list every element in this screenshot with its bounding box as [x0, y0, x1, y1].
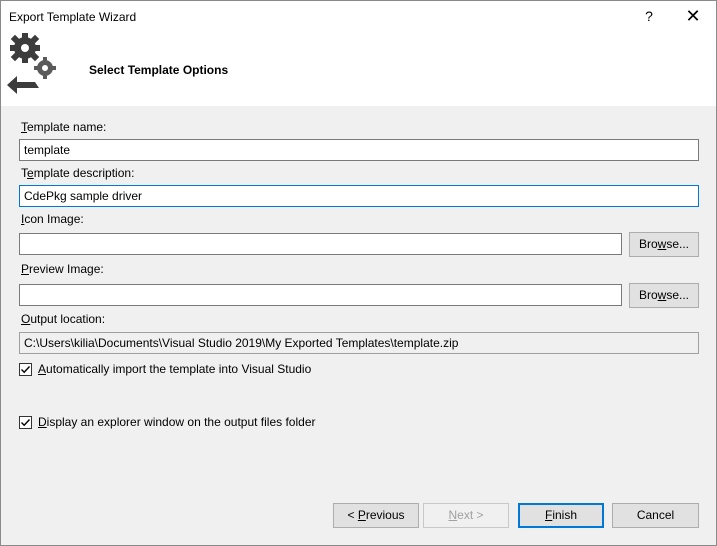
gears-export-icon: [7, 33, 56, 94]
output-location-field[interactable]: C:\Users\kilia\Documents\Visual Studio 2…: [19, 332, 699, 354]
template-name-input[interactable]: template: [19, 139, 699, 161]
window-title: Export Template Wizard: [9, 10, 137, 24]
preview-image-input[interactable]: [19, 284, 622, 306]
checkmark-icon: [21, 419, 31, 427]
auto-import-checkbox[interactable]: [19, 363, 32, 376]
checkmark-icon: [21, 366, 31, 374]
icon-image-input[interactable]: [19, 233, 622, 255]
template-name-label: Template name:: [21, 120, 107, 134]
icon-image-browse-button[interactable]: Browse...: [629, 232, 699, 257]
next-button[interactable]: Next >: [423, 503, 509, 528]
title-bar: Export Template Wizard ? ✕: [1, 1, 716, 32]
help-button[interactable]: ?: [631, 3, 667, 30]
close-button[interactable]: ✕: [673, 3, 713, 30]
preview-image-browse-button[interactable]: Browse...: [629, 283, 699, 308]
output-location-label: Output location:: [21, 312, 106, 326]
auto-import-label[interactable]: Automatically import the template into V…: [38, 362, 311, 376]
icon-image-label: Icon Image:: [21, 212, 84, 226]
finish-button[interactable]: Finish: [518, 503, 604, 528]
previous-button[interactable]: < Previous: [333, 503, 419, 528]
page-title: Select Template Options: [89, 63, 229, 77]
export-template-wizard-window: Export Template Wizard ? ✕ Select Templa…: [0, 0, 717, 546]
preview-image-label: Preview Image:: [21, 262, 104, 276]
explorer-window-label[interactable]: Display an explorer window on the output…: [38, 415, 316, 429]
wizard-header: Select Template Options: [1, 32, 716, 106]
template-description-input[interactable]: CdePkg sample driver: [19, 185, 699, 207]
template-description-label: Template description:: [21, 166, 135, 180]
explorer-window-checkbox[interactable]: [19, 416, 32, 429]
cancel-button[interactable]: Cancel: [612, 503, 699, 528]
